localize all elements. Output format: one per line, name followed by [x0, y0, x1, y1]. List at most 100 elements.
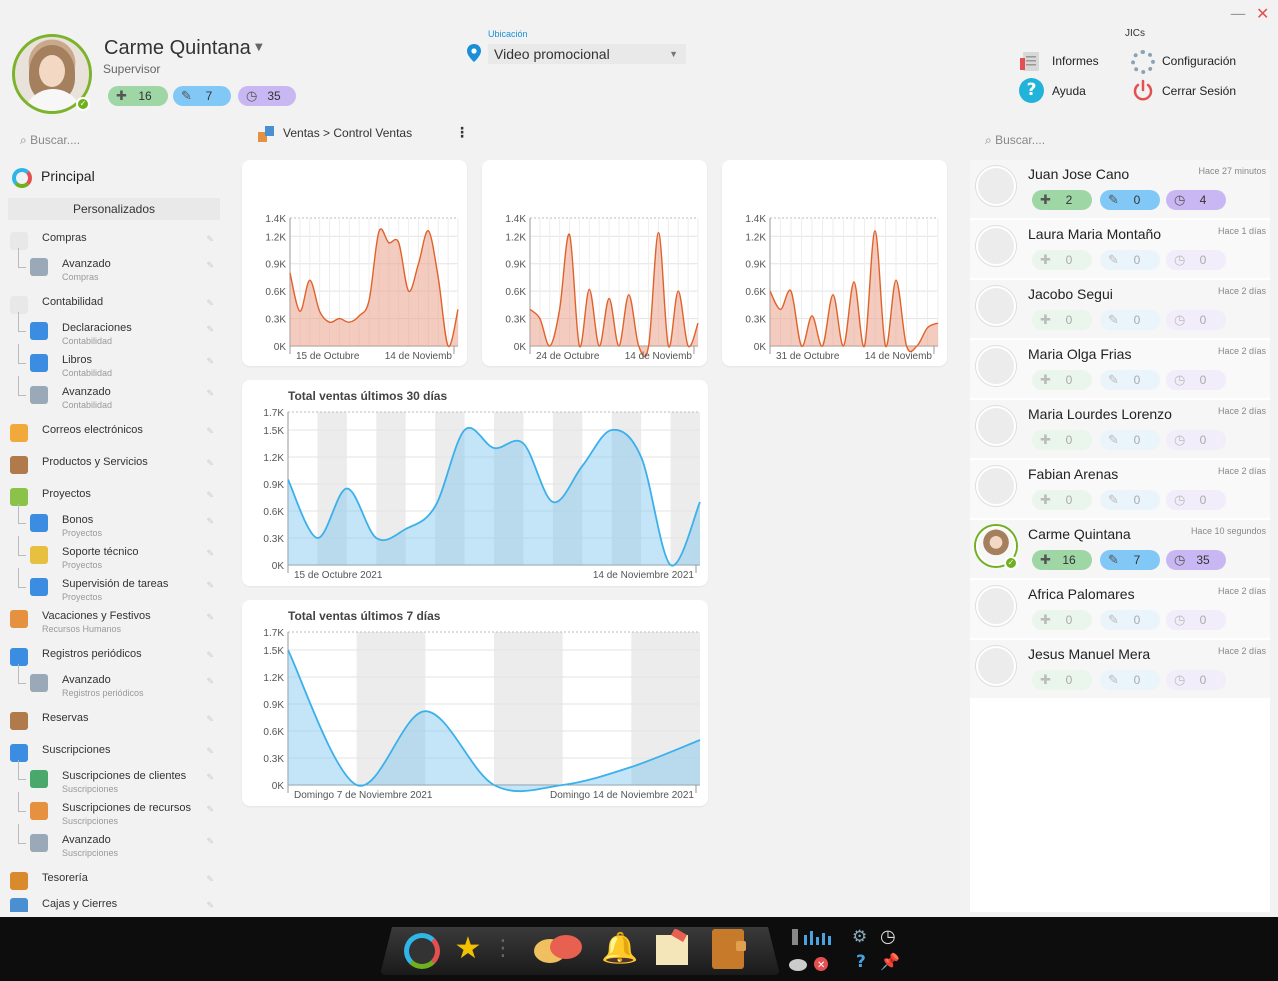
pin-icon[interactable]: ✎ [206, 714, 214, 725]
user-row[interactable]: Juan Jose Cano Hace 27 minutos ✚ 2 ✎ 0 ◷ 4 [970, 160, 1270, 218]
user-row[interactable]: Laura Maria Montaño Hace 1 días ✚ 0 ✎ 0 ◷ 0 [970, 220, 1270, 278]
user-badge-a[interactable]: ✚ 16 [1032, 550, 1092, 570]
user-badge-b[interactable]: ✎ 0 [1100, 310, 1160, 330]
clock-icon[interactable]: ◷ [880, 926, 896, 947]
app-home-icon[interactable] [402, 931, 442, 971]
pin-icon[interactable]: ✎ [206, 490, 214, 501]
badge-history[interactable]: ◷ 35 [238, 86, 296, 106]
user-badge-c[interactable]: ◷ 0 [1166, 310, 1226, 330]
tree-connector [18, 824, 26, 844]
pin-icon[interactable]: 📌 [880, 952, 900, 971]
sidebar-personalizados[interactable]: Personalizados [8, 198, 220, 220]
pin-icon[interactable]: ✎ [206, 874, 214, 885]
badge-new[interactable]: ✚ 16 [108, 86, 168, 106]
pin-icon[interactable]: ✎ [206, 298, 214, 309]
informes-link[interactable]: Informes [1052, 54, 1099, 68]
search-icon: ⌕ [985, 133, 992, 147]
pencil-icon: ✎ [1108, 672, 1119, 687]
user-badge-b[interactable]: ✎ 0 [1100, 370, 1160, 390]
pin-icon[interactable]: ✎ [206, 458, 214, 469]
sidebar-item-label: Suscripciones de recursos [62, 802, 192, 814]
sidebar-search-input[interactable]: ⌕ Buscar.... [20, 133, 210, 148]
pin-icon[interactable]: ✎ [206, 388, 214, 399]
user-badge-a[interactable]: ✚ 0 [1032, 370, 1092, 390]
user-badge-c[interactable]: ◷ 0 [1166, 430, 1226, 450]
user-badge-b[interactable]: ✎ 0 [1100, 250, 1160, 270]
user-row[interactable]: Fabian Arenas Hace 2 días ✚ 0 ✎ 0 ◷ 0 [970, 460, 1270, 518]
user-badge-b[interactable]: ✎ 0 [1100, 670, 1160, 690]
user-row[interactable]: Jacobo Segui Hace 2 días ✚ 0 ✎ 0 ◷ 0 [970, 280, 1270, 338]
user-badge-a[interactable]: ✚ 0 [1032, 610, 1092, 630]
sidebar-item-label: Suscripciones [42, 744, 111, 756]
pin-icon[interactable]: ✎ [206, 234, 214, 245]
user-badge-b[interactable]: ✎ 0 [1100, 490, 1160, 510]
sidebar-principal[interactable]: Principal [41, 168, 95, 184]
pin-icon[interactable]: ✎ [206, 612, 214, 623]
notifications-bell-icon[interactable]: 🔔 [600, 929, 640, 969]
x-tick-label: 24 de Octubre [536, 351, 600, 362]
close-button[interactable]: ✕ [1256, 4, 1269, 23]
users-search-input[interactable]: ⌕ Buscar.... [985, 133, 1175, 148]
pin-icon[interactable]: ✎ [206, 772, 214, 783]
minimize-button[interactable]: — [1230, 4, 1246, 23]
user-row[interactable]: ✓ Carme Quintana Hace 10 segundos ✚ 16 ✎ 7 ◷ 35 [970, 520, 1270, 578]
user-badge-c[interactable]: ◷ 0 [1166, 490, 1226, 510]
user-badge-b[interactable]: ✎ 0 [1100, 610, 1160, 630]
user-badge-a[interactable]: ✚ 0 [1032, 490, 1092, 510]
user-row[interactable]: Jesus Manuel Mera Hace 2 días ✚ 0 ✎ 0 ◷ 0 [970, 640, 1270, 698]
sidebar-item-icon [30, 354, 48, 372]
location-select[interactable]: Video promocional ▼ [488, 44, 686, 64]
chat-icon[interactable] [530, 929, 586, 969]
chevron-down-icon[interactable]: ▼ [255, 42, 263, 53]
user-avatar [976, 466, 1016, 506]
user-badge-c[interactable]: ◷ 35 [1166, 550, 1226, 570]
location-label: Ubicación [488, 29, 528, 39]
user-badge-b[interactable]: ✎ 7 [1100, 550, 1160, 570]
ayuda-link[interactable]: Ayuda [1052, 84, 1086, 98]
pin-icon[interactable]: ✎ [206, 676, 214, 687]
user-badge-a[interactable]: ✚ 0 [1032, 430, 1092, 450]
favorites-star-icon[interactable]: ★ [448, 929, 488, 969]
pin-icon[interactable]: ✎ [206, 804, 214, 815]
pin-icon[interactable]: ✎ [206, 746, 214, 757]
pin-icon[interactable]: ✎ [206, 516, 214, 527]
network-icon[interactable] [790, 927, 840, 947]
user-row[interactable]: Africa Palomares Hace 2 días ✚ 0 ✎ 0 ◷ 0 [970, 580, 1270, 638]
profile-name[interactable]: Carme Quintana [104, 37, 251, 60]
pin-icon[interactable]: ✎ [206, 324, 214, 335]
user-badge-c[interactable]: ◷ 0 [1166, 250, 1226, 270]
help-icon[interactable]: ? [856, 952, 866, 972]
user-badge-c[interactable]: ◷ 4 [1166, 190, 1226, 210]
user-badge-c[interactable]: ◷ 0 [1166, 370, 1226, 390]
pin-icon[interactable]: ✎ [206, 426, 214, 437]
pin-icon[interactable]: ✎ [206, 900, 214, 911]
badge-edit[interactable]: ✎ 7 [173, 86, 231, 106]
settings-gear-icon[interactable]: ⚙ [852, 927, 867, 947]
cerrar-sesion-link[interactable]: Cerrar Sesión [1162, 84, 1236, 98]
user-badge-c[interactable]: ◷ 0 [1166, 610, 1226, 630]
wallet-icon[interactable] [708, 927, 748, 969]
user-row[interactable]: Maria Olga Frias Hace 2 días ✚ 0 ✎ 0 ◷ 0 [970, 340, 1270, 398]
user-badge-a[interactable]: ✚ 0 [1032, 250, 1092, 270]
pin-icon[interactable]: ✎ [206, 356, 214, 367]
configuracion-link[interactable]: Configuración [1162, 54, 1236, 68]
user-badge-c[interactable]: ◷ 0 [1166, 670, 1226, 690]
pin-icon[interactable]: ✎ [206, 548, 214, 559]
pin-icon[interactable]: ✎ [206, 650, 214, 661]
online-status-icon: ✓ [1004, 556, 1018, 570]
user-badge-a[interactable]: ✚ 2 [1032, 190, 1092, 210]
pin-icon[interactable]: ✎ [206, 580, 214, 591]
user-badge-b[interactable]: ✎ 0 [1100, 190, 1160, 210]
pin-icon[interactable]: ✎ [206, 836, 214, 847]
user-badge-a[interactable]: ✚ 0 [1032, 670, 1092, 690]
notes-icon[interactable] [652, 928, 692, 969]
more-options-icon[interactable]: ⋮ [455, 125, 469, 141]
breadcrumb[interactable]: Ventas > Control Ventas [283, 126, 412, 140]
user-badge-b[interactable]: ✎ 0 [1100, 430, 1160, 450]
cloud-error-icon[interactable]: ✕ [788, 953, 832, 973]
drag-handle-icon[interactable]: ⋮ [492, 929, 514, 969]
y-tick-label: 1.4K [265, 214, 286, 225]
pin-icon[interactable]: ✎ [206, 260, 214, 271]
user-badge-a[interactable]: ✚ 0 [1032, 310, 1092, 330]
user-row[interactable]: Maria Lourdes Lorenzo Hace 2 días ✚ 0 ✎ 0 ◷ 0 [970, 400, 1270, 458]
